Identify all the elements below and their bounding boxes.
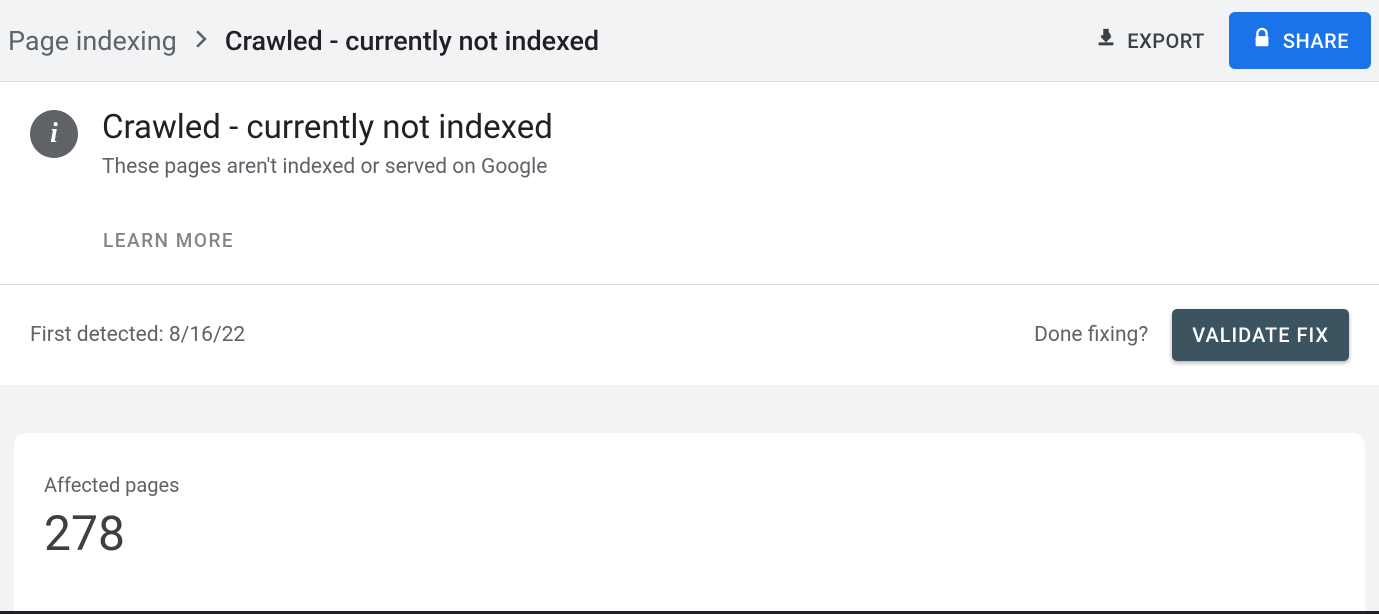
first-detected-label: First detected: — [30, 323, 169, 347]
done-fixing-label: Done fixing? — [1034, 323, 1148, 347]
info-title: Crawled - currently not indexed — [102, 108, 1349, 147]
validation-right: Done fixing? VALIDATE FIX — [1034, 309, 1349, 361]
header-actions: EXPORT SHARE — [1091, 12, 1371, 69]
affected-pages-label: Affected pages — [44, 473, 1335, 497]
validation-section: First detected: 8/16/22 Done fixing? VAL… — [0, 284, 1379, 385]
info-section: i Crawled - currently not indexed These … — [0, 82, 1379, 189]
first-detected-date: 8/16/22 — [169, 323, 245, 347]
download-icon — [1095, 27, 1117, 54]
info-card: i Crawled - currently not indexed These … — [0, 81, 1379, 385]
lock-icon — [1251, 26, 1273, 55]
affected-pages-count: 278 — [44, 505, 1335, 562]
export-label: EXPORT — [1127, 29, 1205, 53]
breadcrumb-current: Crawled - currently not indexed — [225, 25, 599, 57]
breadcrumb: Page indexing Crawled - currently not in… — [8, 25, 599, 57]
learn-more-link[interactable]: LEARN MORE — [103, 229, 1379, 252]
export-button[interactable]: EXPORT — [1091, 19, 1209, 62]
breadcrumb-parent[interactable]: Page indexing — [8, 25, 177, 57]
affected-pages-card: Affected pages 278 — [14, 433, 1365, 612]
info-text: Crawled - currently not indexed These pa… — [102, 108, 1349, 179]
share-button[interactable]: SHARE — [1229, 12, 1371, 69]
share-label: SHARE — [1283, 29, 1349, 53]
validate-fix-button[interactable]: VALIDATE FIX — [1172, 309, 1349, 361]
first-detected: First detected: 8/16/22 — [30, 323, 245, 347]
info-subtitle: These pages aren't indexed or served on … — [102, 155, 1349, 179]
page-header: Page indexing Crawled - currently not in… — [0, 0, 1379, 81]
info-icon: i — [30, 110, 78, 158]
chevron-right-icon — [195, 29, 207, 53]
